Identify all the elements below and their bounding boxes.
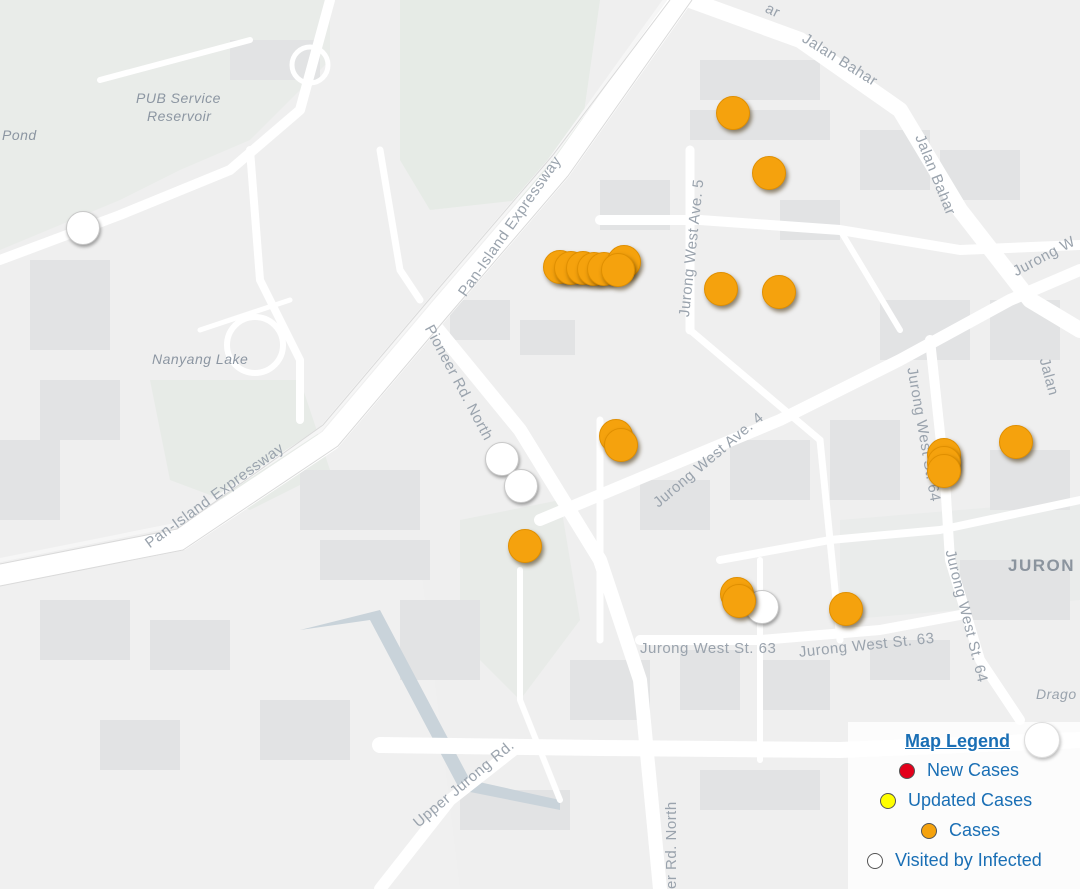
legend-item-new-cases: New Cases [899,760,1019,781]
legend-item-updated-cases: Updated Cases [880,790,1032,811]
legend-toggle-button[interactable] [1024,722,1060,758]
case-marker[interactable] [829,592,863,626]
case-marker[interactable] [508,529,542,563]
legend-label: Visited by Infected [895,850,1042,870]
legend-item-cases: Cases [921,820,1000,841]
case-marker[interactable] [601,253,635,287]
label-pub-reservoir-line1: PUB Service [136,90,221,106]
visited-marker[interactable] [66,211,100,245]
label-pond: Pond [2,127,37,143]
legend-title[interactable]: Map Legend [905,731,1010,752]
label-jurong-west-st-63-a: Jurong West St. 63 [640,640,777,657]
legend-item-visited-by-infected: Visited by Infected [867,850,1042,871]
case-marker[interactable] [716,96,750,130]
label-drago: Drago [1036,686,1077,702]
label-jurong-district: JURON [1008,556,1076,575]
visited-marker[interactable] [504,469,538,503]
label-pub-reservoir-line2: Reservoir [147,108,212,124]
case-marker[interactable] [927,454,961,488]
legend-label: New Cases [927,760,1020,780]
label-er-rd-north: er Rd. North [663,801,680,889]
orange-dot-icon [921,822,937,839]
map-legend: Map Legend New Cases Updated Cases Cases… [848,722,1080,889]
case-marker[interactable] [722,584,756,618]
case-marker[interactable] [704,272,738,306]
case-marker[interactable] [752,156,786,190]
white-dot-icon [867,852,883,869]
case-marker[interactable] [604,428,638,462]
label-nanyang-lake: Nanyang Lake [152,351,249,367]
legend-label: Cases [949,820,1001,840]
red-dot-icon [899,762,915,779]
legend-label: Updated Cases [908,790,1033,810]
yellow-dot-icon [880,792,896,809]
case-marker[interactable] [999,425,1033,459]
case-marker[interactable] [762,275,796,309]
